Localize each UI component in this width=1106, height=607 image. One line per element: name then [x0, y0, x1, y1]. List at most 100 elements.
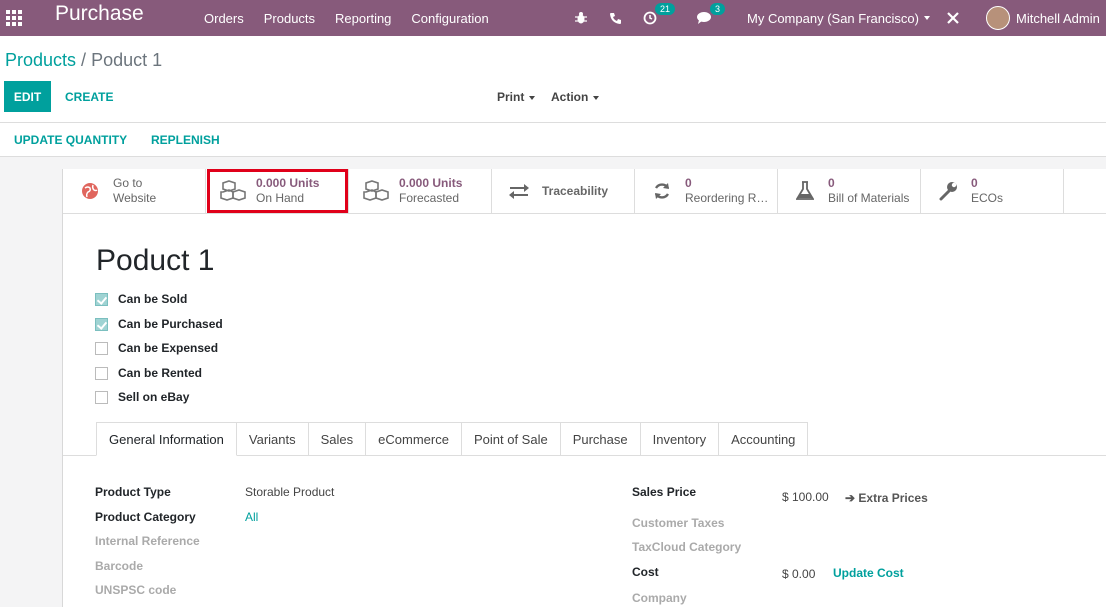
sales-price-field[interactable]: $ 100.00	[782, 490, 829, 504]
flask-icon	[792, 180, 818, 202]
tab-sales[interactable]: Sales	[308, 422, 367, 456]
forecasted-label: Forecasted	[399, 191, 460, 205]
phone-icon[interactable]	[609, 0, 622, 36]
activity-count-badge: 21	[655, 3, 676, 15]
company-name: My Company (San Francisco)	[747, 10, 919, 26]
ecos-value: 0	[971, 176, 978, 190]
checkbox[interactable]	[95, 366, 108, 380]
chevron-down-icon	[593, 95, 600, 100]
messages-icon[interactable]	[696, 0, 712, 36]
update-quantity-button[interactable]: UPDATE QUANTITY	[14, 133, 127, 147]
product-category-field[interactable]: All	[245, 510, 258, 524]
edit-button[interactable]: EDIT	[4, 81, 51, 112]
cost-field[interactable]: $ 0.00	[782, 567, 815, 581]
cubes-icon	[363, 180, 389, 202]
product-name[interactable]: Poduct 1	[96, 244, 214, 278]
product-type-field[interactable]: Storable Product	[245, 485, 334, 499]
can-be-rented-checkbox[interactable]: Can be Rented	[95, 366, 202, 380]
tools-icon[interactable]	[946, 0, 960, 36]
action-label: Action	[551, 90, 589, 104]
message-count-badge: 3	[710, 3, 726, 15]
menu-reporting[interactable]: Reporting	[335, 11, 391, 26]
tab-variants[interactable]: Variants	[236, 422, 309, 456]
arrow-right-icon: ➔	[845, 491, 859, 505]
ecos-button[interactable]: 0 ECOs	[921, 169, 1064, 213]
create-button[interactable]: CREATE	[65, 90, 113, 104]
tab-purchase[interactable]: Purchase	[560, 422, 641, 456]
product-type-label: Product Type	[95, 485, 171, 499]
checkbox[interactable]	[95, 292, 108, 306]
chevron-down-icon	[923, 16, 930, 20]
extra-prices-button[interactable]: ➔ Extra Prices	[845, 491, 928, 505]
barcode-label: Barcode	[95, 559, 144, 573]
breadcrumb-current: Poduct 1	[91, 50, 163, 70]
breadcrumb: Products / Poduct 1	[5, 50, 162, 71]
form-sheet: Go to Website 0.000 Units On Hand 0.000 Un…	[62, 169, 1106, 607]
sell-on-ebay-checkbox[interactable]: Sell on eBay	[95, 390, 189, 404]
checkbox[interactable]	[95, 341, 108, 355]
apps-menu-icon[interactable]	[6, 10, 22, 26]
app-title[interactable]: Purchase	[55, 2, 144, 26]
menu-products[interactable]: Products	[264, 11, 315, 26]
exchange-icon	[506, 180, 532, 202]
can-be-sold-checkbox[interactable]: Can be Sold	[95, 292, 187, 306]
menu-configuration[interactable]: Configuration	[411, 11, 488, 26]
tab-inventory[interactable]: Inventory	[640, 422, 720, 456]
user-name: Mitchell Admin	[1016, 10, 1100, 26]
action-dropdown[interactable]: Action	[551, 90, 600, 104]
avatar	[986, 6, 1010, 30]
checkbox-label: Can be Sold	[118, 292, 188, 306]
website-line1: Go to	[113, 176, 143, 190]
refresh-icon	[649, 180, 675, 202]
tab-point-of-sale[interactable]: Point of Sale	[461, 422, 561, 456]
can-be-expensed-checkbox[interactable]: Can be Expensed	[95, 341, 218, 355]
reordering-label: Reordering Rules	[685, 191, 773, 205]
reordering-value: 0	[685, 176, 692, 190]
checkbox[interactable]	[95, 390, 108, 404]
bug-icon[interactable]	[574, 0, 588, 36]
tab-accounting[interactable]: Accounting	[719, 422, 809, 456]
menu-orders[interactable]: Orders	[204, 11, 244, 26]
website-line2: Website	[113, 191, 157, 205]
sales-price-label: Sales Price	[632, 485, 697, 499]
print-label: Print	[497, 90, 525, 104]
company-label: Company	[632, 591, 687, 605]
reordering-rules-button[interactable]: 0 Reordering Rules	[635, 169, 778, 213]
bom-label: Bill of Materials	[828, 191, 910, 205]
replenish-button[interactable]: REPLENISH	[151, 133, 220, 147]
breadcrumb-products-link[interactable]: Products	[5, 50, 76, 70]
checkbox-label: Can be Expensed	[118, 341, 219, 355]
update-cost-button[interactable]: Update Cost	[833, 566, 904, 580]
bill-of-materials-button[interactable]: 0 Bill of Materials	[778, 169, 921, 213]
product-category-label: Product Category	[95, 510, 196, 524]
taxcloud-category-label: TaxCloud Category	[632, 540, 742, 554]
wrench-icon	[935, 180, 961, 202]
checkbox-label: Sell on eBay	[118, 390, 190, 404]
breadcrumb-separator: /	[81, 50, 87, 70]
globe-icon	[77, 180, 103, 202]
checkbox-label: Can be Purchased	[118, 317, 223, 331]
unspsc-code-label: UNSPSC code	[95, 583, 177, 597]
checkbox[interactable]	[95, 317, 108, 331]
go-to-website-button[interactable]: Go to Website	[63, 169, 206, 213]
tab-general-information[interactable]: General Information	[96, 422, 237, 456]
forecasted-value: 0.000 Units	[399, 176, 463, 190]
internal-reference-label: Internal Reference	[95, 534, 200, 548]
form-tabs: General Information Variants Sales eComm…	[96, 422, 809, 456]
control-panel: Products / Poduct 1 EDIT CREATE Print Acti…	[0, 36, 1106, 157]
ecos-label: ECOs	[971, 191, 1004, 205]
customer-taxes-label: Customer Taxes	[632, 516, 725, 530]
forecasted-button[interactable]: 0.000 Units Forecasted	[349, 169, 492, 213]
user-menu[interactable]: Mitchell Admin	[986, 0, 1100, 36]
header-divider	[0, 122, 1106, 123]
bom-value: 0	[828, 176, 835, 190]
traceability-button[interactable]: Traceability	[492, 169, 635, 213]
chevron-down-icon	[529, 95, 536, 100]
highlight-box	[207, 169, 348, 213]
tab-ecommerce[interactable]: eCommerce	[366, 422, 462, 456]
print-dropdown[interactable]: Print	[497, 90, 536, 104]
checkbox-label: Can be Rented	[118, 366, 203, 380]
can-be-purchased-checkbox[interactable]: Can be Purchased	[95, 317, 223, 331]
traceability-label: Traceability	[542, 183, 609, 198]
company-switcher[interactable]: My Company (San Francisco)	[747, 0, 930, 36]
